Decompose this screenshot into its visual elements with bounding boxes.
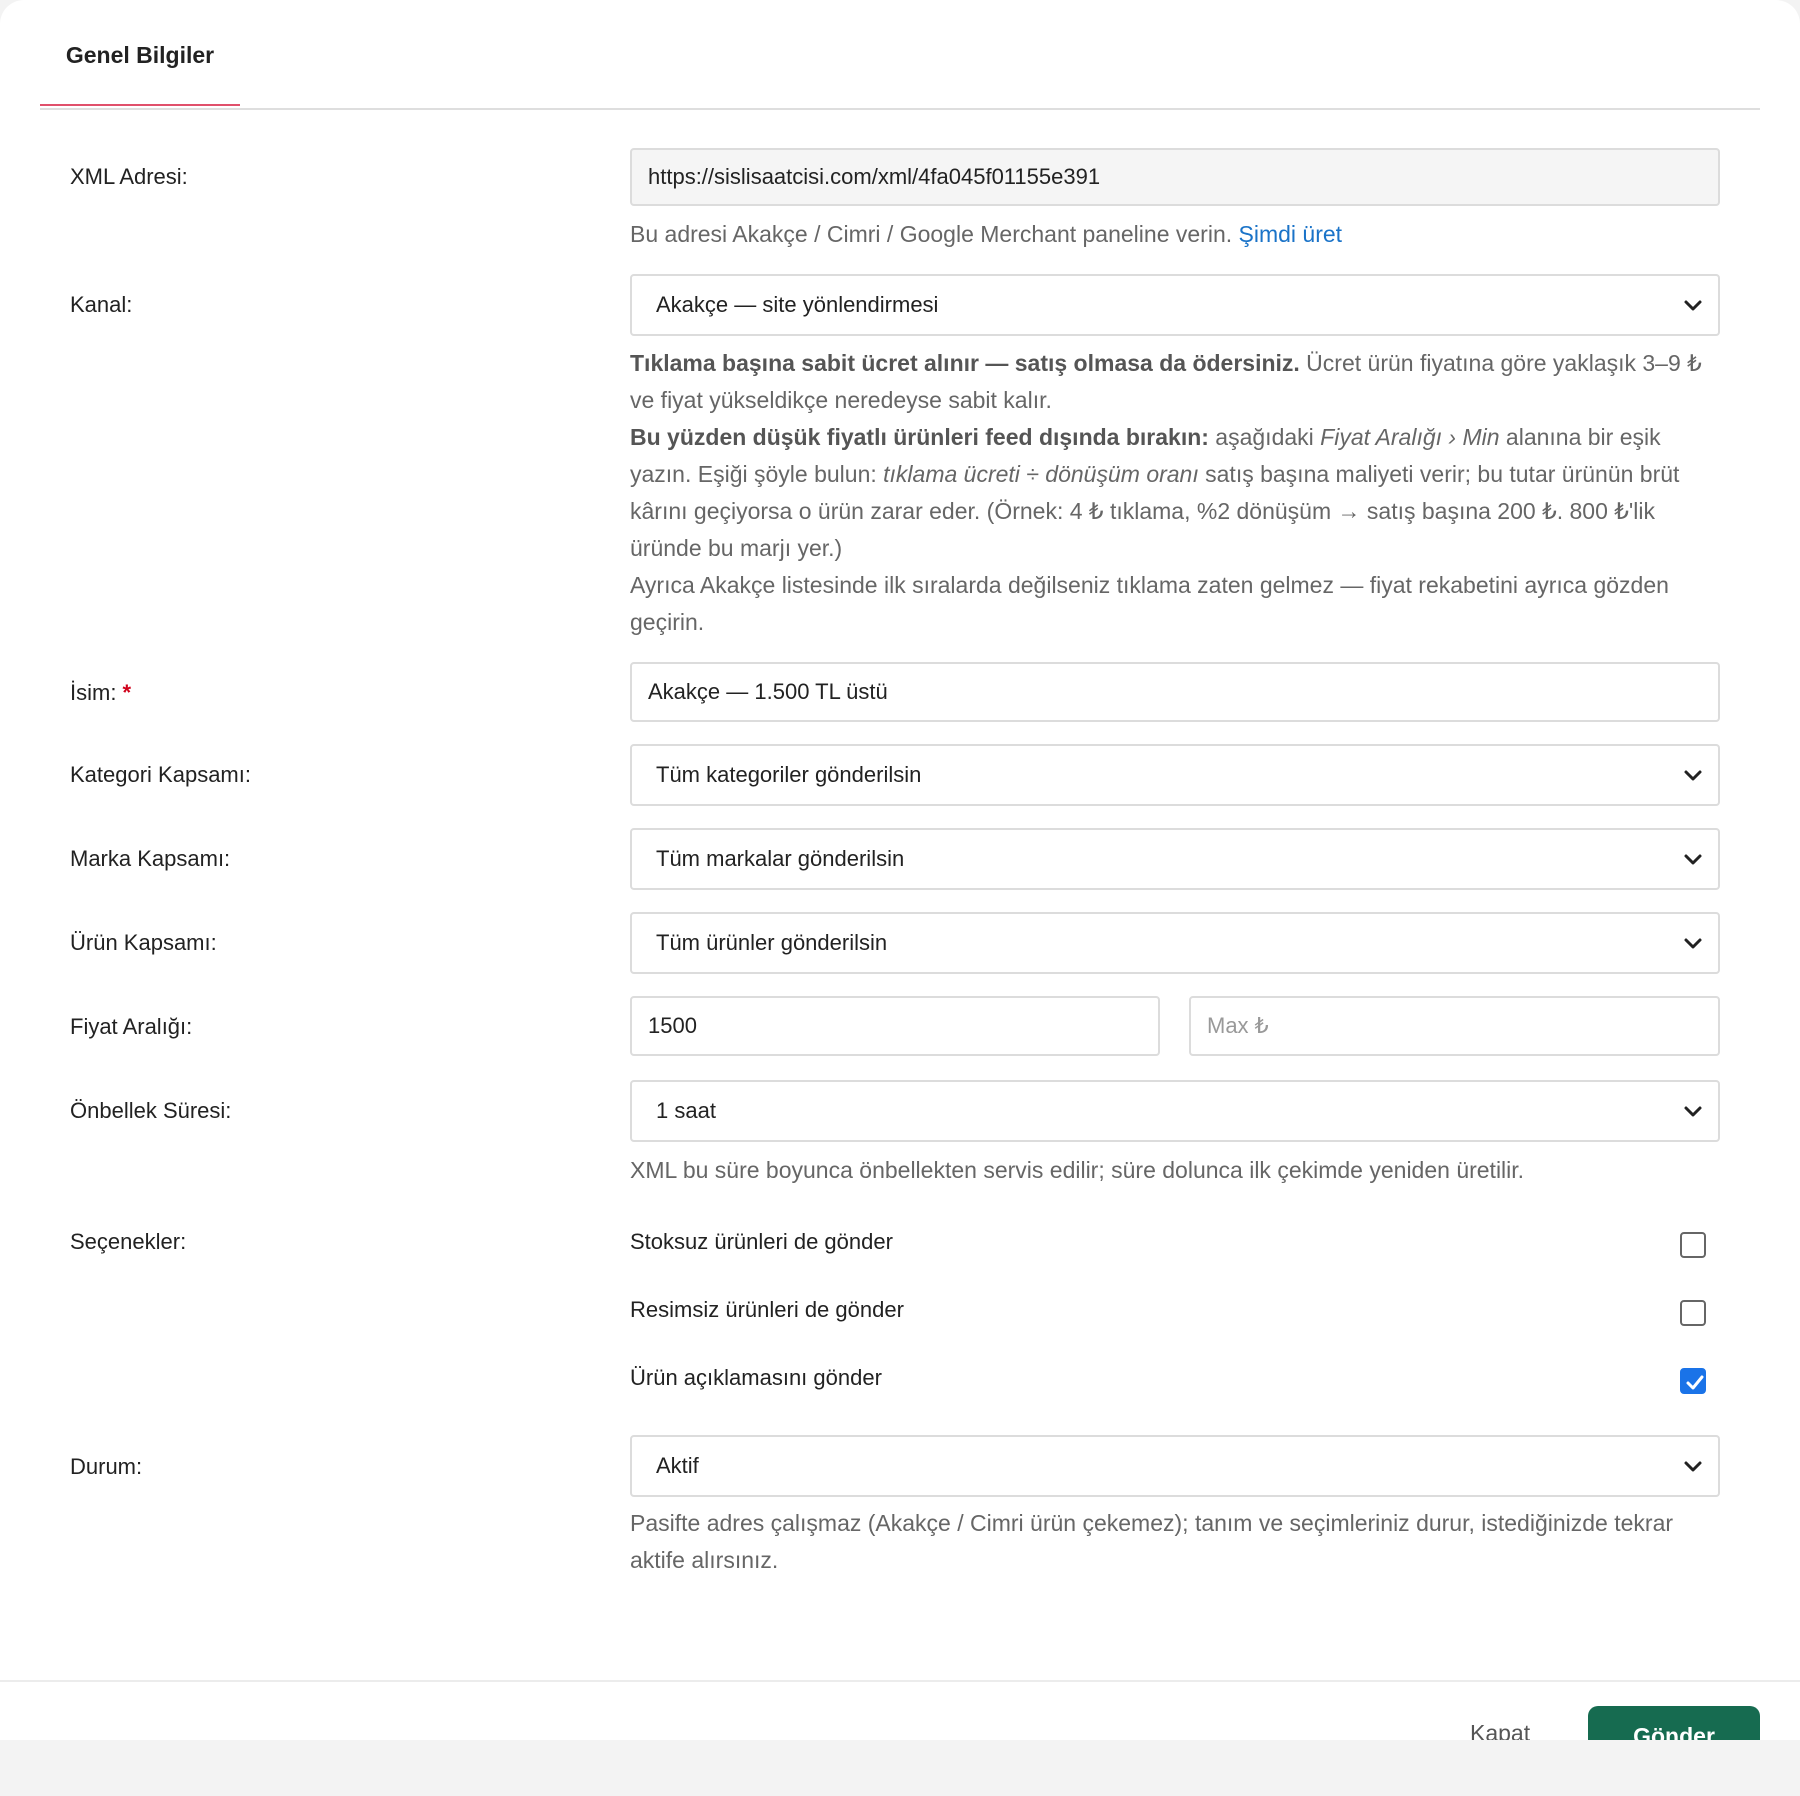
product-scope-label: Ürün Kapsamı:: [70, 930, 217, 955]
status-select[interactable]: Aktif: [630, 1435, 1720, 1497]
name-input-value: Akakçe — 1.500 TL üstü: [648, 679, 888, 704]
xml-address-help-text: Bu adresi Akakçe / Cimri / Google Mercha…: [630, 221, 1233, 247]
price-range-label: Fiyat Aralığı:: [70, 1014, 193, 1039]
close-button[interactable]: Kapat: [1470, 1720, 1530, 1740]
channel-help-p2-em-1: Fiyat Aralığı › Min: [1320, 424, 1500, 450]
chevron-down-icon: [1684, 1461, 1702, 1472]
xml-address-label: XML Adresi:: [70, 164, 188, 189]
status-label: Durum:: [70, 1454, 143, 1479]
xml-address-value: https://sislisaatcisi.com/xml/4fa045f011…: [648, 164, 1101, 189]
status-select-value: Aktif: [656, 1453, 699, 1478]
channel-help: Tıklama başına sabit ücret alınır — satı…: [630, 345, 1725, 641]
category-scope-value: Tüm kategoriler gönderilsin: [656, 762, 922, 787]
modal-dialog: Genel Bilgiler XML Adresi: https://sisli…: [0, 0, 1800, 1740]
channel-help-p2-bold: Bu yüzden düşük fiyatlı ürünleri feed dı…: [630, 424, 1209, 450]
chevron-down-icon: [1684, 938, 1702, 949]
option-description-checkbox[interactable]: [1680, 1368, 1706, 1394]
brand-scope-select[interactable]: Tüm markalar gönderilsin: [630, 828, 1720, 890]
generate-now-link[interactable]: Şimdi üret: [1239, 221, 1343, 247]
option-no-image-checkbox[interactable]: [1680, 1300, 1706, 1326]
channel-help-p2-text-a: aşağıdaki: [1208, 424, 1321, 450]
channel-help-p2-em-2: tıklama ücreti ÷ dönüşüm oranı: [883, 461, 1199, 487]
cache-duration-help: XML bu süre boyunca önbellekten servis e…: [630, 1157, 1525, 1183]
name-label: İsim: *: [70, 680, 131, 706]
tab-genel-bilgiler[interactable]: Genel Bilgiler: [40, 0, 240, 106]
price-min-value: 1500: [648, 1013, 697, 1038]
chevron-down-icon: [1684, 854, 1702, 865]
price-min-input[interactable]: 1500: [630, 996, 1160, 1056]
chevron-down-icon: [1684, 1106, 1702, 1117]
price-max-placeholder: Max ₺: [1207, 1013, 1269, 1038]
option-no-image-label: Resimsiz ürünleri de gönder: [630, 1297, 904, 1322]
cache-duration-label: Önbellek Süresi:: [70, 1098, 232, 1123]
cache-duration-value: 1 saat: [656, 1098, 716, 1123]
tab-bar: Genel Bilgiler: [40, 0, 1760, 110]
footer-divider: [0, 1680, 1800, 1682]
name-input[interactable]: Akakçe — 1.500 TL üstü: [630, 662, 1720, 722]
chevron-down-icon: [1684, 770, 1702, 781]
checkmark-icon: [1686, 1375, 1704, 1390]
channel-select-value: Akakçe — site yönlendirmesi: [656, 292, 939, 317]
page-background-strip: [0, 1740, 1800, 1796]
brand-scope-value: Tüm markalar gönderilsin: [656, 846, 905, 871]
option-out-of-stock-checkbox[interactable]: [1680, 1232, 1706, 1258]
options-label: Seçenekler:: [70, 1229, 187, 1254]
brand-scope-label: Marka Kapsamı:: [70, 846, 231, 871]
submit-button[interactable]: Gönder: [1588, 1706, 1760, 1740]
category-scope-label: Kategori Kapsamı:: [70, 762, 251, 787]
option-description-label: Ürün açıklamasını gönder: [630, 1365, 882, 1390]
status-help: Pasifte adres çalışmaz (Akakçe / Cimri ü…: [630, 1510, 1674, 1573]
product-scope-value: Tüm ürünler gönderilsin: [656, 930, 888, 955]
channel-help-p1-bold: Tıklama başına sabit ücret alınır — satı…: [630, 350, 1300, 376]
name-label-text: İsim:: [70, 680, 117, 705]
product-scope-select[interactable]: Tüm ürünler gönderilsin: [630, 912, 1720, 974]
channel-select[interactable]: Akakçe — site yönlendirmesi: [630, 274, 1720, 336]
required-asterisk: *: [122, 680, 132, 705]
chevron-down-icon: [1684, 300, 1702, 311]
xml-address-field[interactable]: https://sislisaatcisi.com/xml/4fa045f011…: [630, 148, 1720, 206]
channel-help-paragraph-3: Ayrıca Akakçe listesinde ilk sıralarda d…: [630, 572, 1669, 635]
channel-help-paragraph-1: Tıklama başına sabit ücret alınır — satı…: [630, 345, 1725, 419]
channel-help-paragraph-2: Bu yüzden düşük fiyatlı ürünleri feed dı…: [630, 419, 1725, 567]
cache-duration-select[interactable]: 1 saat: [630, 1080, 1720, 1142]
price-max-input[interactable]: Max ₺: [1189, 996, 1720, 1056]
option-out-of-stock-label: Stoksuz ürünleri de gönder: [630, 1229, 893, 1254]
xml-address-help: Bu adresi Akakçe / Cimri / Google Mercha…: [630, 216, 1725, 253]
category-scope-select[interactable]: Tüm kategoriler gönderilsin: [630, 744, 1720, 806]
channel-label: Kanal:: [70, 292, 133, 317]
